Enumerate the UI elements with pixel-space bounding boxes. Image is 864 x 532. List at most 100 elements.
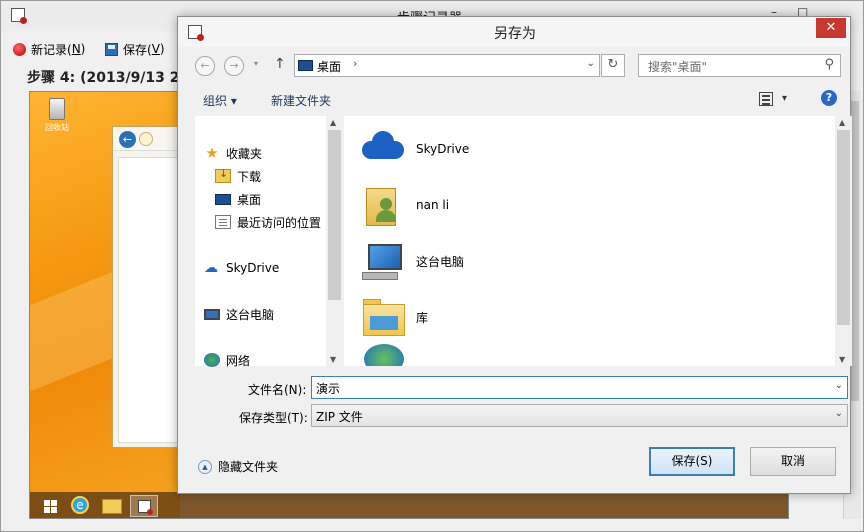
nav-item-label: 最近访问的位置 <box>237 215 322 230</box>
address-breadcrumb[interactable]: 桌面 <box>317 58 341 75</box>
downloads-folder-icon <box>215 167 231 183</box>
new-record-button[interactable]: 新记录(N) <box>13 40 85 58</box>
filename-label: 文件名(N): <box>248 383 307 397</box>
file-explorer-icon <box>98 495 126 517</box>
browser-back-icon: ← <box>119 131 136 148</box>
forward-button[interactable]: → <box>224 56 244 76</box>
view-options-icon[interactable] <box>759 92 773 106</box>
list-item-library[interactable]: 库 <box>358 292 428 342</box>
search-icon[interactable]: ⚲ <box>824 57 834 72</box>
nav-item-favorites[interactable]: ★ 收藏夹 <box>204 143 262 163</box>
new-record-label: 新记录( <box>31 42 72 57</box>
recent-places-icon <box>215 215 231 229</box>
list-item-this-pc[interactable]: 这台电脑 <box>358 236 464 286</box>
nav-item-label: 桌面 <box>237 192 262 207</box>
scroll-down-arrow-icon[interactable]: ▼ <box>330 355 336 364</box>
scroll-down-arrow-icon[interactable]: ▼ <box>839 355 845 364</box>
view-dropdown-icon[interactable]: ▾ <box>782 93 787 104</box>
nav-item-label: 收藏夹 <box>226 146 263 161</box>
browser-forward-icon <box>139 132 153 146</box>
breadcrumb-chevron-icon[interactable]: › <box>353 57 357 70</box>
floppy-disk-icon <box>105 42 118 56</box>
windows-start-icon <box>36 495 64 517</box>
search-input[interactable]: 搜索"桌面" ⚲ <box>638 54 841 77</box>
command-bar: 组织 ▾ 新建文件夹 ▾ ? <box>178 87 850 113</box>
organize-menu[interactable]: 组织 ▾ <box>203 92 237 109</box>
list-item-user-folder[interactable]: nan li <box>358 180 449 230</box>
taskbar: e <box>30 492 788 518</box>
search-placeholder: 搜索"桌面" <box>648 60 708 74</box>
cancel-button[interactable]: 取消 <box>750 447 836 476</box>
steps-recorder-toolbar: 新记录(N) 保存(V) <box>1 37 181 61</box>
nav-item-recent-places[interactable]: 最近访问的位置 <box>215 212 321 232</box>
nav-item-label: 网络 <box>226 353 251 368</box>
save-as-dialog: 另存为 ✕ ← → ▾ ↑ 桌面 › ⌄ ↻ 搜索"桌面" ⚲ 组织 ▾ 新建文… <box>177 16 852 494</box>
star-icon: ★ <box>205 144 219 162</box>
up-button[interactable]: ↑ <box>274 56 286 72</box>
steps-recorder-app-icon <box>11 8 27 24</box>
recycle-bin-icon <box>49 98 65 120</box>
scrollbar-thumb[interactable] <box>837 130 850 325</box>
refresh-button[interactable]: ↻ <box>601 54 625 77</box>
nav-item-desktop[interactable]: 桌面 <box>215 189 261 209</box>
scrollbar-thumb[interactable] <box>328 130 341 300</box>
nav-item-downloads[interactable]: 下载 <box>215 166 261 186</box>
dialog-titlebar: 另存为 ✕ <box>178 17 850 47</box>
new-record-paren: ) <box>80 42 86 56</box>
desktop-icon <box>298 60 313 71</box>
navigation-pane: ★ 收藏夹 下载 桌面 最近访问的位置 ☁ SkyDrive 这台电脑 网络 <box>195 116 342 368</box>
list-item-label: 这台电脑 <box>416 254 465 269</box>
recent-locations-dropdown[interactable]: ▾ <box>254 59 258 68</box>
list-item-label: 库 <box>416 310 429 325</box>
recycle-bin-shortcut: 回收站 <box>42 98 72 138</box>
nav-item-skydrive[interactable]: ☁ SkyDrive <box>204 258 279 278</box>
nav-item-label: SkyDrive <box>226 261 280 275</box>
filetype-dropdown-icon[interactable]: ⌄ <box>835 408 843 419</box>
internet-explorer-icon: e <box>66 495 94 517</box>
skydrive-cloud-icon: ☁ <box>204 260 218 276</box>
back-button[interactable]: ← <box>195 56 215 76</box>
dialog-title: 另存为 <box>494 26 536 42</box>
new-record-accesskey: N <box>71 42 81 56</box>
filename-input[interactable]: 演示 ⌄ <box>311 376 848 399</box>
computer-icon <box>358 238 410 284</box>
skydrive-cloud-icon <box>358 126 410 172</box>
scroll-up-arrow-icon[interactable]: ▲ <box>330 118 336 127</box>
file-list-scrollbar[interactable]: ▲ ▼ <box>835 116 852 366</box>
library-icon <box>358 294 410 340</box>
nav-item-network[interactable]: 网络 <box>204 350 250 370</box>
save-recording-accesskey: V <box>151 42 160 56</box>
address-dropdown-icon[interactable]: ⌄ <box>587 58 595 69</box>
address-bar[interactable]: 桌面 › ⌄ <box>294 54 600 77</box>
network-globe-icon[interactable] <box>364 344 404 366</box>
nav-item-this-pc[interactable]: 这台电脑 <box>204 304 274 324</box>
step-heading: 步骤 4: (2013/9/13 21 <box>27 70 190 86</box>
hide-folders-label: 隐藏文件夹 <box>218 460 279 474</box>
close-button[interactable]: ✕ <box>816 18 846 38</box>
network-icon <box>204 353 220 367</box>
filetype-select[interactable]: ZIP 文件 ⌄ <box>311 404 848 427</box>
help-icon[interactable]: ? <box>821 90 837 106</box>
nav-item-label: 下载 <box>237 169 262 184</box>
desktop-icon <box>215 193 231 205</box>
user-folder-icon <box>358 182 410 228</box>
file-list-pane: SkyDrive nan li 这台电脑 库 <box>344 116 835 366</box>
nav-item-label: 这台电脑 <box>226 307 275 322</box>
list-item-skydrive[interactable]: SkyDrive <box>358 124 469 174</box>
navigation-pane-scrollbar[interactable]: ▲ ▼ <box>326 116 343 366</box>
save-recording-label: 保存( <box>123 42 152 57</box>
scroll-up-arrow-icon[interactable]: ▲ <box>839 118 845 127</box>
save-button[interactable]: 保存(S) <box>649 447 735 476</box>
filetype-value[interactable]: ZIP 文件 <box>316 408 363 425</box>
record-icon <box>13 42 26 56</box>
filename-value[interactable]: 演示 <box>316 380 340 397</box>
list-item-label: nan li <box>416 198 450 212</box>
save-recording-paren: ) <box>159 42 165 56</box>
hide-folders-toggle[interactable]: ▲ 隐藏文件夹 <box>198 458 278 475</box>
new-folder-button[interactable]: 新建文件夹 <box>271 92 331 109</box>
save-recording-button[interactable]: 保存(V) <box>105 40 165 58</box>
collapse-chevron-icon: ▲ <box>198 459 212 474</box>
this-pc-icon <box>204 308 220 320</box>
filename-dropdown-icon[interactable]: ⌄ <box>835 380 843 391</box>
list-item-label: SkyDrive <box>416 142 470 156</box>
